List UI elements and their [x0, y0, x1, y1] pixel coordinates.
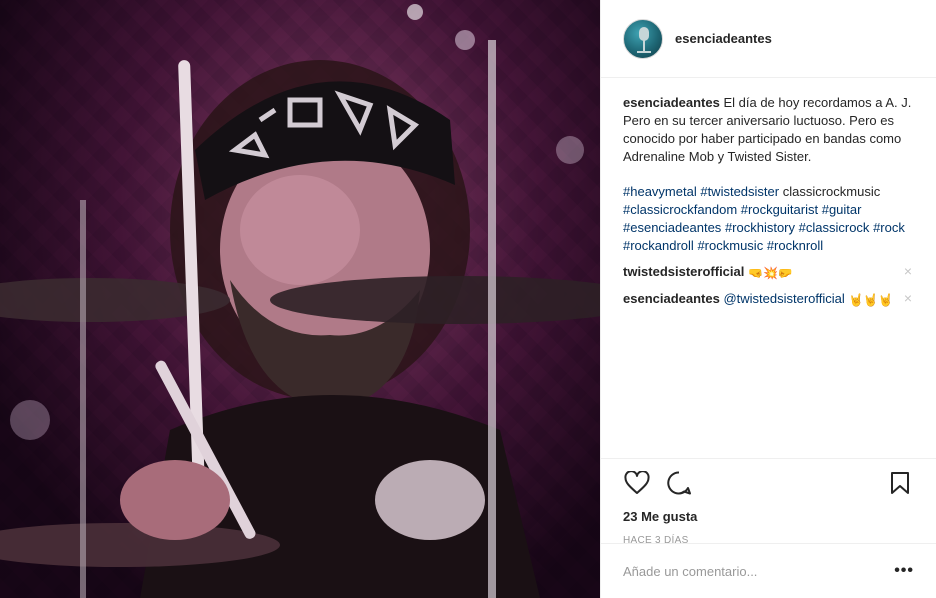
hashtag-link[interactable]: #rocknroll	[767, 238, 823, 253]
post-header: esenciadeantes	[601, 0, 936, 78]
hashtag-link[interactable]: #esenciadeantes	[623, 220, 721, 235]
comment-username-link[interactable]: esenciadeantes	[623, 291, 720, 306]
post-actions: 23 Me gusta HACE 3 DÍAS	[601, 458, 936, 546]
comment-username-link[interactable]: twistedsisterofficial	[623, 264, 744, 279]
comments-section: esenciadeantes El día de hoy recordamos …	[601, 78, 936, 458]
hashtag-link[interactable]: #classicrock	[799, 220, 870, 235]
hashtag-link[interactable]: #classicrockfandom	[623, 202, 737, 217]
comment-emoji-text: 🤜💥🤛	[748, 266, 793, 280]
drummer-photo-illustration	[0, 4, 600, 598]
close-icon[interactable]: ×	[902, 291, 914, 305]
header-username-link[interactable]: esenciadeantes	[675, 31, 772, 46]
comment-input[interactable]	[623, 563, 895, 579]
more-options-icon[interactable]: •••	[894, 562, 914, 580]
comment-mention-link[interactable]: @twistedsisterofficial	[723, 291, 844, 306]
action-icon-row	[623, 469, 914, 497]
hashtag-link[interactable]: #rock	[873, 220, 905, 235]
post-side-panel: esenciadeantes esenciadeantes El día de …	[600, 0, 936, 598]
hashtag-link[interactable]: #guitar	[822, 202, 862, 217]
caption-word: classicrockmusic	[782, 184, 881, 199]
post-caption: esenciadeantes El día de hoy recordamos …	[623, 94, 914, 166]
hashtag-link[interactable]: #rockguitarist	[741, 202, 818, 217]
comment-item: twistedsisterofficial 🤜💥🤛 ×	[623, 263, 914, 282]
comment-item: esenciadeantes @twistedsisterofficial 🤘🤘…	[623, 290, 914, 309]
hashtag-list: #heavymetal #twistedsister classicrockmu…	[623, 183, 914, 255]
bookmark-icon[interactable]	[886, 469, 914, 497]
likes-count[interactable]: 23 Me gusta	[623, 509, 914, 524]
hashtag-link[interactable]: #rockandroll	[623, 238, 694, 253]
hashtag-link[interactable]: #rockhistory	[725, 220, 795, 235]
hashtag-link[interactable]: #twistedsister	[700, 184, 779, 199]
add-comment-bar: •••	[601, 543, 936, 598]
comment-bubble-icon[interactable]	[665, 469, 693, 497]
close-icon[interactable]: ×	[902, 264, 914, 278]
heart-icon[interactable]	[623, 469, 651, 497]
comment-emoji-text: 🤘🤘🤘	[848, 293, 894, 307]
microphone-avatar-icon[interactable]	[623, 18, 663, 59]
hashtag-link[interactable]: #rockmusic	[697, 238, 763, 253]
post-photo[interactable]	[0, 0, 600, 598]
instagram-post: esenciadeantes esenciadeantes El día de …	[0, 0, 936, 598]
hashtag-link[interactable]: #heavymetal	[623, 184, 697, 199]
caption-username-link[interactable]: esenciadeantes	[623, 95, 720, 110]
